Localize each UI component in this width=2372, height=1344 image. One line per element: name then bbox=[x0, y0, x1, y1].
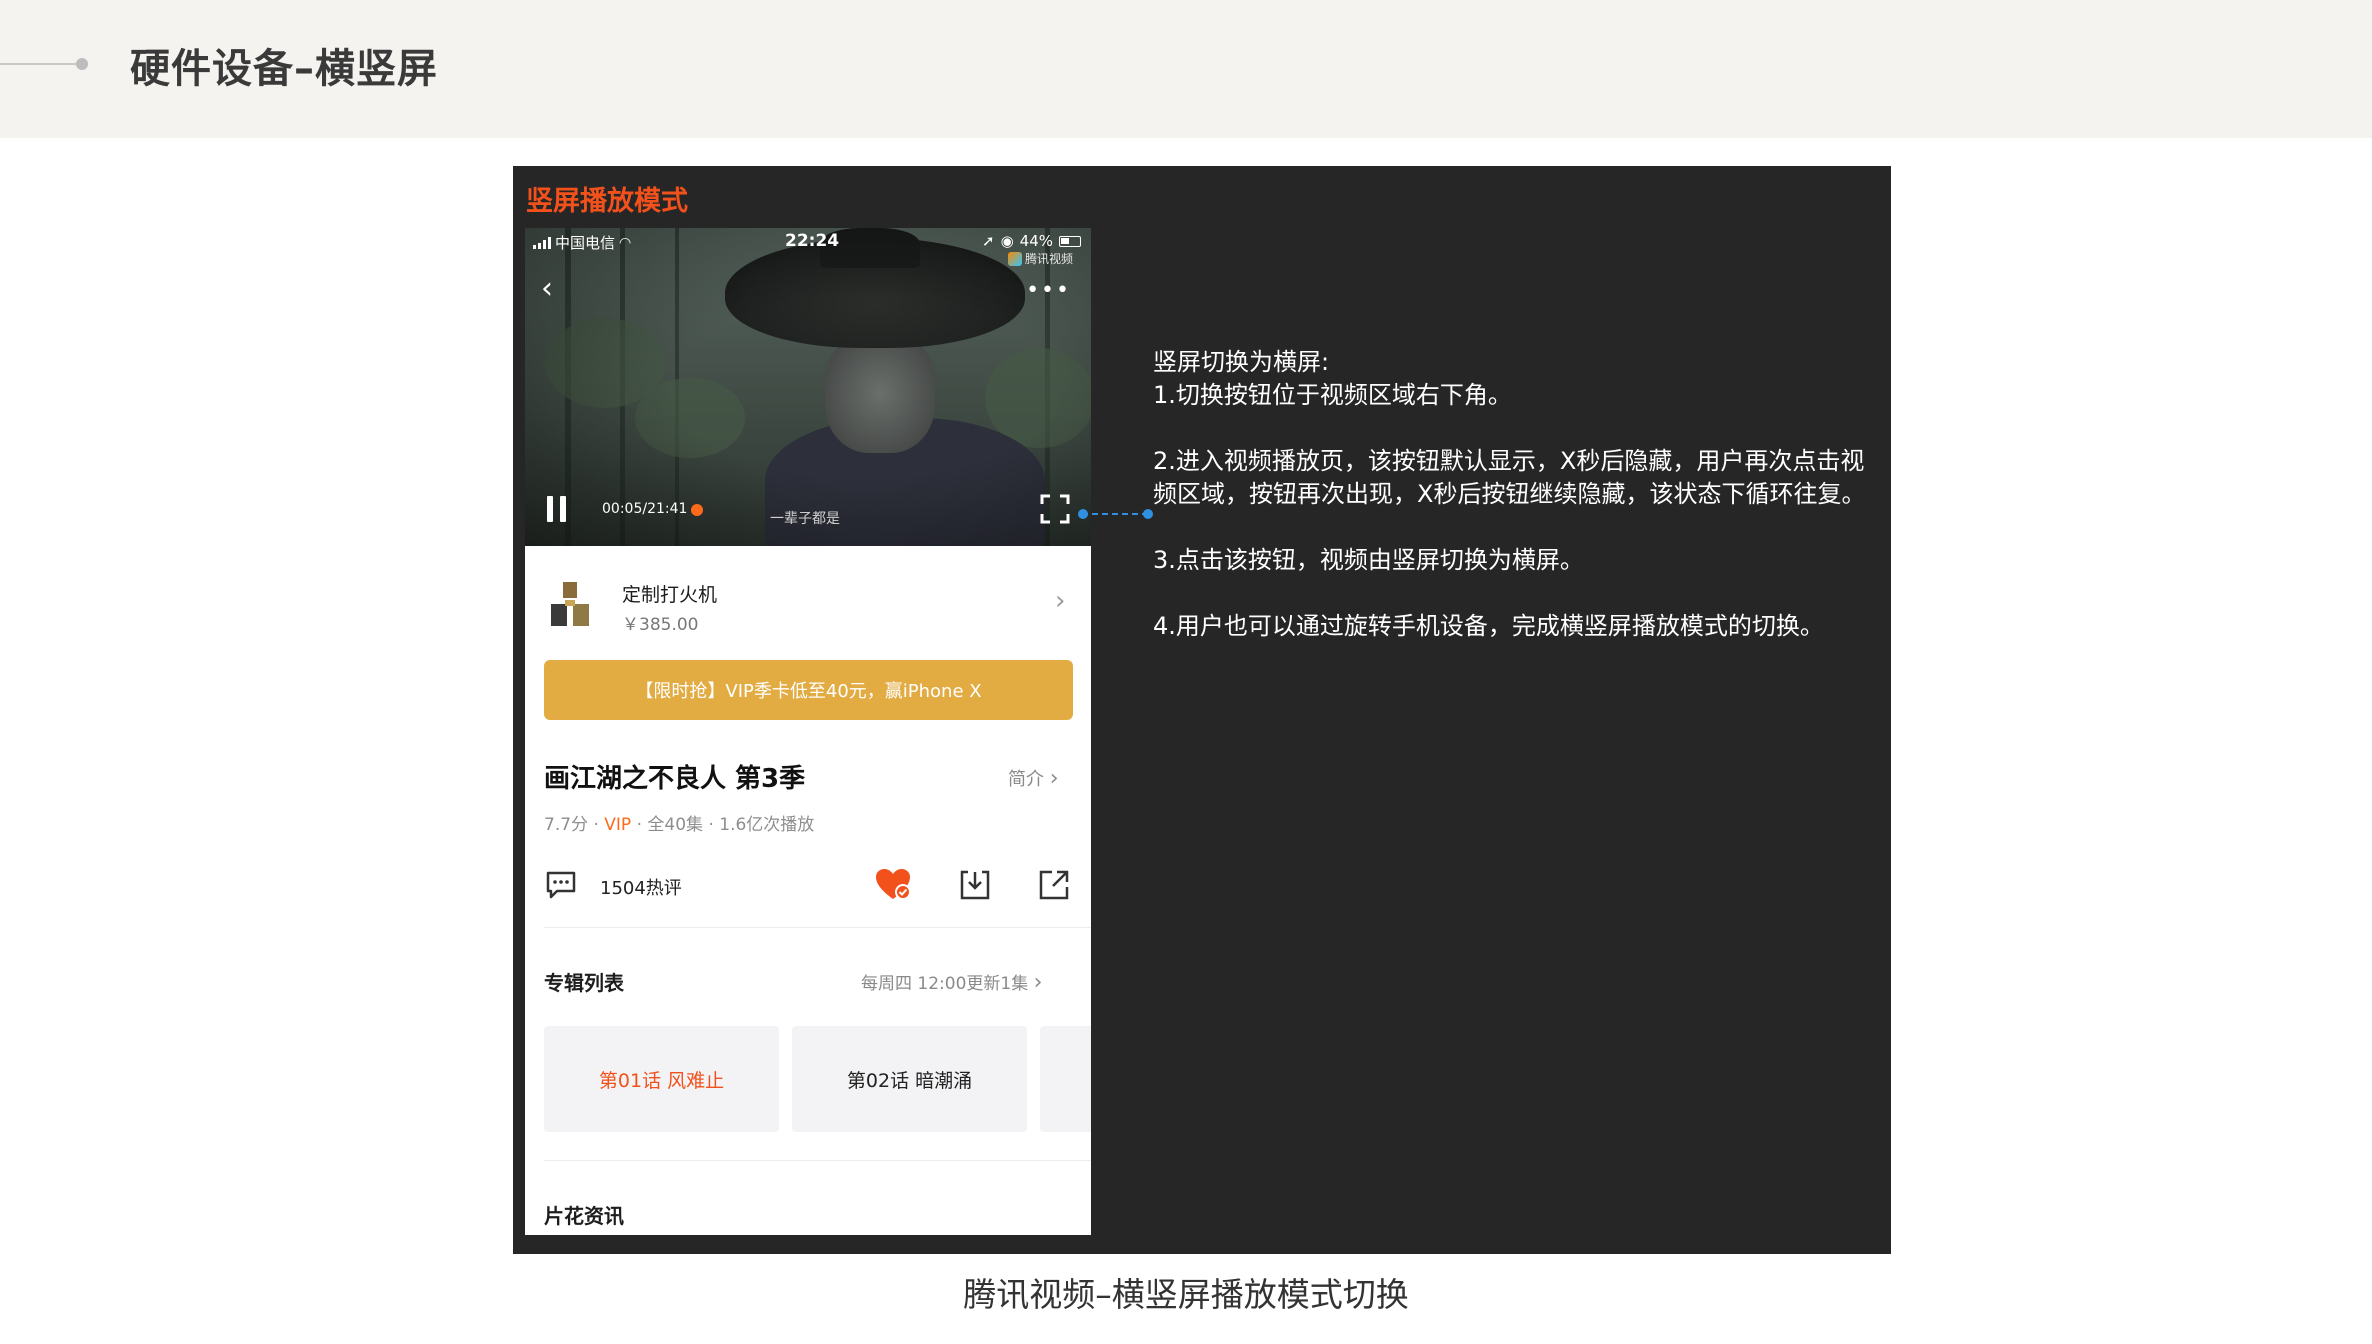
battery-icon bbox=[1059, 235, 1081, 247]
figure-caption: 腾讯视频–横竖屏播放模式切换 bbox=[963, 1275, 1409, 1314]
show-meta: 7.7分 · VIP · 全40集 · 1.6亿次播放 bbox=[544, 810, 814, 835]
intro-label: 简介 bbox=[1008, 769, 1044, 790]
product-name: 定制打火机 bbox=[622, 584, 718, 606]
album-list-title: 专辑列表 bbox=[544, 971, 624, 995]
header-decor-dot bbox=[76, 58, 88, 70]
carrier-info: 中国电信 ◠ bbox=[533, 232, 631, 253]
meta-separator: · bbox=[636, 815, 648, 835]
page-title: 硬件设备–横竖屏 bbox=[130, 46, 438, 92]
status-time: 22:24 bbox=[785, 231, 840, 251]
play-count: 1.6亿次播放 bbox=[719, 815, 815, 835]
section-divider bbox=[544, 1160, 1091, 1161]
feature-description: 竖屏切换为横屏: 1.切换按钮位于视频区域右下角。 2.进入视频播放页，该按钮默… bbox=[1153, 346, 1873, 676]
comment-count[interactable]: 1504热评 bbox=[600, 874, 682, 900]
episode-list: 第01话 风难止 第02话 暗潮涌 第 bbox=[544, 1026, 1091, 1132]
meta-separator: · bbox=[708, 815, 720, 835]
annotation-connector bbox=[1082, 513, 1148, 515]
pause-icon[interactable] bbox=[547, 496, 571, 522]
chevron-right-icon: › bbox=[1033, 970, 1043, 995]
signal-icon bbox=[533, 236, 551, 249]
tencent-video-logo: 腾讯视频 bbox=[1007, 250, 1073, 267]
logo-text: 腾讯视频 bbox=[1024, 252, 1073, 266]
connector-dot bbox=[1143, 509, 1153, 519]
episode-card[interactable]: 第02话 暗潮涌 bbox=[792, 1026, 1027, 1132]
episode-card[interactable]: 第 bbox=[1040, 1026, 1091, 1132]
lighter-product-image bbox=[551, 582, 589, 626]
demo-panel: 竖屏播放模式 中国电信 ◠ 22:24 ➚ ◉ 44% 腾讯视频 ‹ ••• 0… bbox=[513, 166, 1891, 1254]
connector-dot bbox=[1078, 509, 1088, 519]
alarm-icon: ◉ bbox=[1000, 232, 1014, 250]
download-icon[interactable] bbox=[958, 868, 992, 902]
phone-screen: 中国电信 ◠ 22:24 ➚ ◉ 44% 腾讯视频 ‹ ••• 00:05/21… bbox=[525, 228, 1091, 1235]
desc-point-2: 2.进入视频播放页，该按钮默认显示，X秒后隐藏，用户再次点击视频区域，按钮再次出… bbox=[1153, 447, 1866, 508]
vip-promo-banner[interactable]: 【限时抢】VIP季卡低至40元，赢iPhone X bbox=[544, 660, 1073, 720]
progress-handle[interactable] bbox=[691, 504, 703, 516]
desc-point-1: 1.切换按钮位于视频区域右下角。 bbox=[1153, 381, 1512, 409]
battery-percent: 44% bbox=[1019, 232, 1053, 250]
share-icon[interactable] bbox=[1037, 868, 1071, 902]
comment-icon[interactable] bbox=[545, 870, 577, 900]
panel-title: 竖屏播放模式 bbox=[526, 186, 688, 217]
favorite-heart-icon[interactable] bbox=[875, 868, 913, 902]
chevron-right-icon: › bbox=[1055, 586, 1066, 616]
intro-link[interactable]: 简介 › bbox=[1008, 765, 1059, 791]
location-icon: ➚ bbox=[981, 232, 995, 250]
header-decor-line bbox=[0, 63, 80, 65]
schedule-text: 每周四 12:00更新1集 bbox=[861, 974, 1029, 994]
carrier-name: 中国电信 bbox=[555, 234, 616, 252]
back-arrow-icon[interactable]: ‹ bbox=[541, 274, 567, 304]
action-bar: 1504热评 bbox=[525, 856, 1091, 922]
episode-card[interactable]: 第01话 风难止 bbox=[544, 1026, 779, 1132]
meta-separator: · bbox=[593, 815, 605, 835]
status-right: ➚ ◉ 44% bbox=[982, 232, 1081, 250]
fullscreen-toggle-icon[interactable] bbox=[1040, 494, 1070, 524]
video-timecode: 00:05/21:41 bbox=[602, 501, 688, 517]
desc-heading: 竖屏切换为横屏: bbox=[1153, 348, 1330, 376]
vip-badge: VIP bbox=[604, 815, 632, 835]
header-band: 硬件设备–横竖屏 bbox=[0, 0, 2372, 138]
wifi-icon: ◠ bbox=[619, 234, 632, 251]
clips-title: 片花资讯 bbox=[544, 1204, 624, 1228]
video-subtitle: 一辈子都是 bbox=[770, 511, 840, 527]
show-rating: 7.7分 bbox=[544, 815, 589, 835]
logo-icon bbox=[1007, 251, 1022, 266]
product-card[interactable]: 定制打火机 ￥385.00 › bbox=[525, 546, 1091, 664]
section-divider bbox=[544, 927, 1091, 928]
show-title: 画江湖之不良人 第3季 bbox=[544, 764, 806, 794]
desc-point-3: 3.点击该按钮，视频由竖屏切换为横屏。 bbox=[1153, 546, 1584, 574]
video-player[interactable]: 中国电信 ◠ 22:24 ➚ ◉ 44% 腾讯视频 ‹ ••• 00:05/21… bbox=[525, 228, 1091, 546]
desc-point-4: 4.用户也可以通过旋转手机设备，完成横竖屏播放模式的切换。 bbox=[1153, 612, 1824, 640]
album-schedule[interactable]: 每周四 12:00更新1集 › bbox=[861, 969, 1042, 995]
more-dots-icon[interactable]: ••• bbox=[1026, 278, 1071, 303]
episode-count: 全40集 bbox=[647, 815, 704, 835]
chevron-right-icon: › bbox=[1049, 766, 1059, 791]
status-bar: 中国电信 ◠ 22:24 ➚ ◉ 44% bbox=[525, 228, 1091, 256]
product-price: ￥385.00 bbox=[622, 615, 699, 635]
video-vignette bbox=[525, 228, 1091, 546]
